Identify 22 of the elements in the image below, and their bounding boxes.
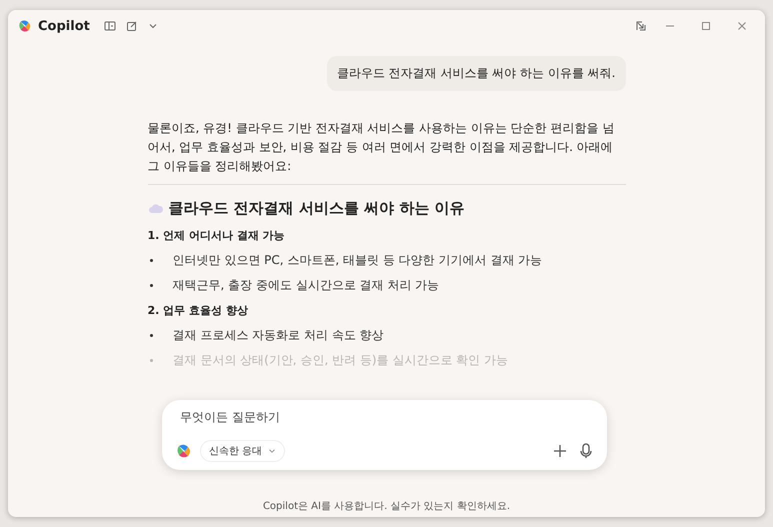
subheading: 1. 언제 어디서나 결재 가능 [148,228,286,243]
user-message: 클라우드 전자결재 서비스를 써야 하는 이유를 써줘. [326,56,626,91]
chevron-down-icon [268,447,276,455]
section-heading: 클라우드 전자결재 서비스를 써야 하는 이유 [168,199,465,218]
mode-dropdown[interactable]: 신속한 응대 [200,440,286,462]
list-item-text: 결재 문서의 상태(기안, 승인, 반려 등)를 실시간으로 확인 가능 [172,352,508,369]
disclaimer-text: Copilot은 AI를 사용합니다. 실수가 있는지 확인하세요. [262,500,512,513]
bullet-icon [150,259,152,262]
subheading: 2. 업무 효율성 향상 [148,303,249,318]
list-item-text: 결재 프로세스 자동화로 처리 속도 향상 [172,327,384,344]
plus-icon[interactable] [551,442,569,460]
list-item-text: 재택근무, 출장 중에도 실시간으로 결재 처리 가능 [172,277,440,294]
reply-paragraph: 물론이죠, 유경! 클라우드 기반 전자결재 서비스를 사용하는 이유는 단순한 편리함을 넘어서, 업무 효율성과 보안, 비용 절감 등 여러 면에서 강력한 이점을 제공합니다. 아래에 그 이유들을 정리해봤어요: [148,120,616,175]
app-name: Copilot [38,18,90,34]
copilot-logo-icon[interactable] [176,443,192,459]
list-item-text: 인터넷만 있으면 PC, 스마트폰, 태블릿 등 다양한 기기에서 결재 가능 [172,252,542,269]
bullet-icon [150,284,152,287]
bullet-icon [150,359,152,362]
copilot-logo-icon [18,19,32,33]
input-field[interactable]: 무엇이든 질문하기 [176,408,595,426]
cloud-icon [148,204,164,214]
bullet-icon [150,334,152,337]
